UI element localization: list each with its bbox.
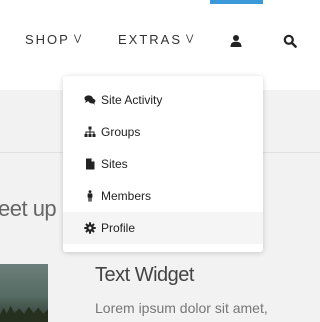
menu-item-site-activity[interactable]: Site Activity [63, 84, 263, 116]
menu-item-label: Groups [101, 125, 141, 139]
nav-item-extras[interactable]: EXTRAS ⋁ [118, 32, 193, 47]
menu-item-label: Site Activity [101, 93, 163, 107]
menu-item-profile[interactable]: Profile [63, 212, 263, 244]
menu-item-sites[interactable]: Sites [63, 148, 263, 180]
file-icon [86, 158, 95, 170]
treeline-graphic [0, 305, 48, 322]
thumbnail-image [0, 264, 48, 322]
page: SHOP ⋁ EXTRAS ⋁ eet up Text Widget Lorem… [0, 0, 320, 322]
menu-item-label: Members [101, 189, 152, 203]
chevron-double-down-icon: ⋁ [73, 33, 82, 43]
nav-shop-label: SHOP [25, 32, 70, 47]
extras-dropdown-menu: Site Activity Groups Sites Members Profi… [63, 76, 263, 252]
nav-item-shop[interactable]: SHOP ⋁ [25, 32, 81, 47]
search-icon[interactable] [283, 34, 297, 48]
comments-icon [84, 95, 96, 105]
person-icon [87, 190, 93, 202]
menu-item-members[interactable]: Members [63, 180, 263, 212]
nav-extras-label: EXTRAS [118, 32, 183, 47]
widget-body-text: Lorem ipsum dolor sit amet, [95, 300, 268, 316]
menu-item-label: Sites [101, 157, 128, 171]
active-accent-bar [210, 0, 263, 4]
section-heading-fragment: eet up [0, 196, 57, 221]
gear-icon [84, 222, 96, 234]
menu-item-label: Profile [101, 221, 136, 235]
menu-item-groups[interactable]: Groups [63, 116, 263, 148]
chevron-double-down-icon: ⋁ [186, 33, 194, 43]
sitemap-icon [84, 126, 96, 137]
user-icon[interactable] [229, 34, 243, 48]
widget-title: Text Widget [95, 264, 194, 286]
